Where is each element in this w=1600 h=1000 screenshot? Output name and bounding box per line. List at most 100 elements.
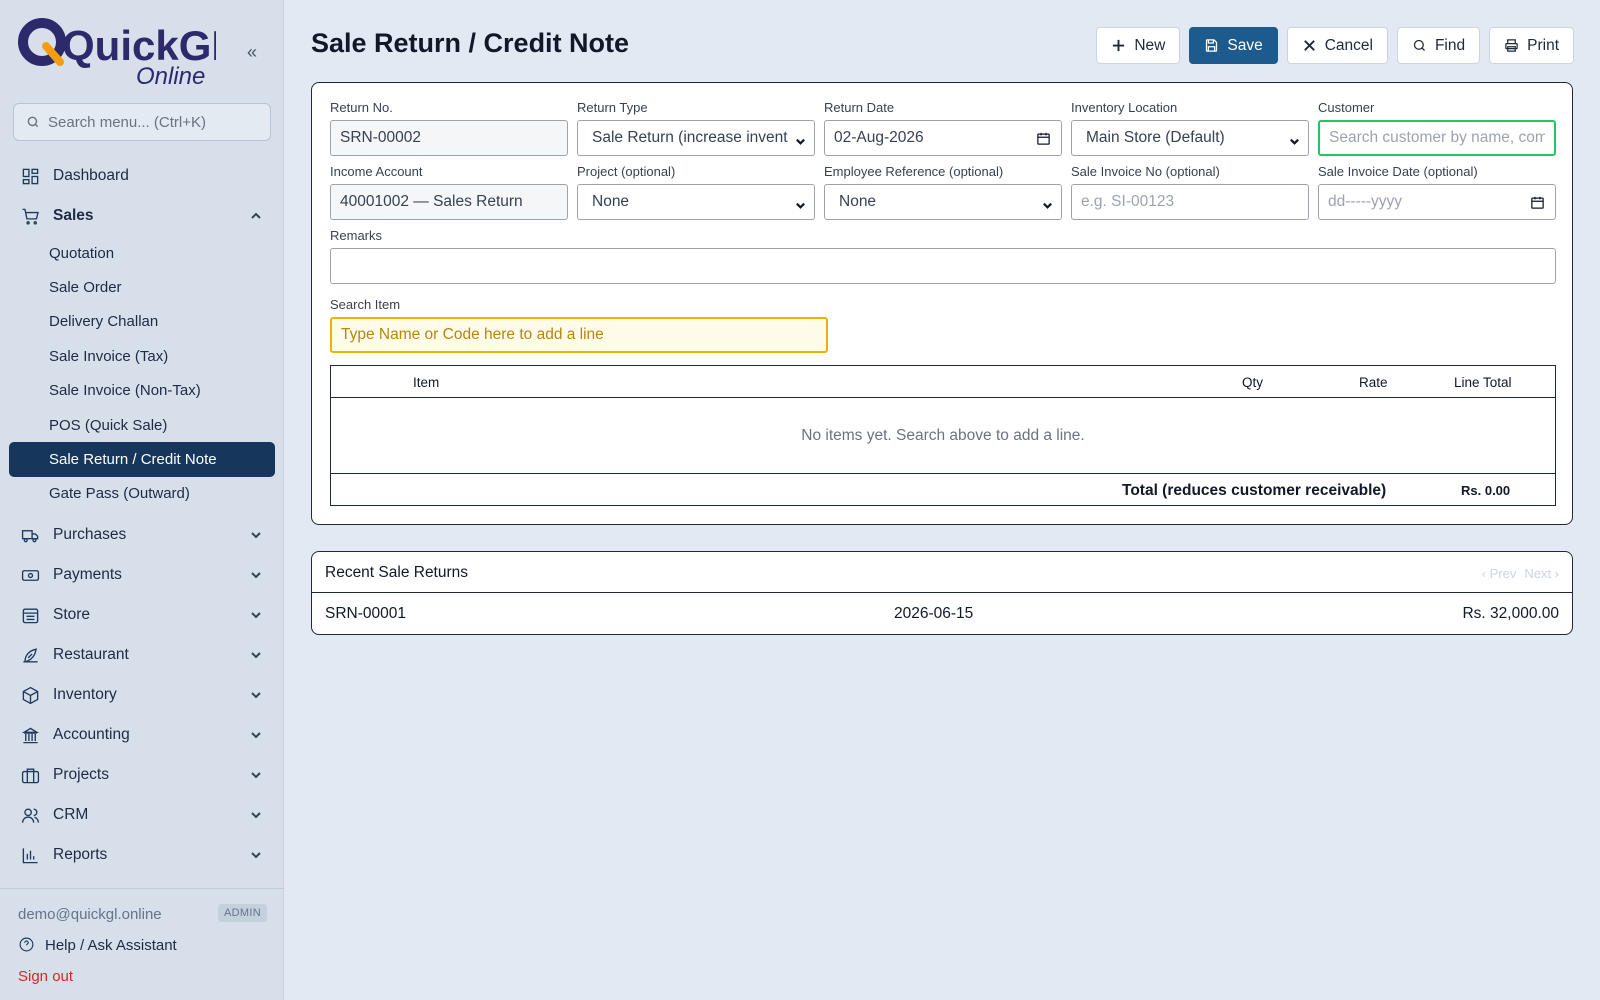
prev-page-button[interactable]: ‹ Prev xyxy=(1482,566,1517,581)
items-total-row: Total (reduces customer receivable) Rs. … xyxy=(331,474,1555,505)
chevron-down-icon xyxy=(250,528,262,540)
column-header-line-total: Line Total xyxy=(1454,375,1512,390)
sidebar-subitem-sale-order[interactable]: Sale Order xyxy=(0,270,284,304)
sidebar-item-projects[interactable]: Projects xyxy=(0,755,284,795)
print-button[interactable]: Print xyxy=(1489,27,1574,64)
sidebar-item-label: Store xyxy=(53,606,91,624)
calendar-icon[interactable] xyxy=(1530,195,1545,210)
page-title: Sale Return / Credit Note xyxy=(311,28,630,58)
sidebar-subitem-pos[interactable]: POS (Quick Sale) xyxy=(0,408,284,442)
recent-header: Recent Sale Returns ‹ Prev Next › xyxy=(312,552,1572,593)
save-button-label: Save xyxy=(1227,36,1263,54)
sale-invoice-no-input[interactable] xyxy=(1081,193,1299,211)
project-label: Project (optional) xyxy=(577,164,676,179)
sidebar-search[interactable] xyxy=(13,103,271,141)
collapse-sidebar-icon[interactable]: « xyxy=(240,40,264,64)
project-select[interactable]: None xyxy=(577,184,815,220)
sidebar-item-payments[interactable]: Payments xyxy=(0,555,284,595)
sidebar-item-inventory[interactable]: Inventory xyxy=(0,675,284,715)
recent-sale-returns: Recent Sale Returns ‹ Prev Next › SRN-00… xyxy=(311,551,1573,635)
sidebar-subitem-sale-return[interactable]: Sale Return / Credit Note xyxy=(9,442,275,477)
sidebar-subitem-sale-invoice-tax[interactable]: Sale Invoice (Tax) xyxy=(0,339,284,373)
return-date-input[interactable]: 02-Aug-2026 xyxy=(824,120,1062,156)
sidebar-item-restaurant[interactable]: Restaurant xyxy=(0,635,284,675)
return-date-value: 02-Aug-2026 xyxy=(834,129,924,146)
sale-invoice-date-field: Sale Invoice Date (optional) xyxy=(1318,165,1556,220)
help-link[interactable]: Help / Ask Assistant xyxy=(0,934,284,956)
sale-invoice-date-label: Sale Invoice Date (optional) xyxy=(1318,164,1478,179)
sale-invoice-no-wrap[interactable] xyxy=(1071,184,1309,220)
sidebar-subitem-gate-pass[interactable]: Gate Pass (Outward) xyxy=(0,477,284,511)
new-button[interactable]: New xyxy=(1096,27,1181,64)
sidebar-item-purchases[interactable]: Purchases xyxy=(0,515,284,555)
chevron-down-icon xyxy=(250,728,262,740)
return-type-value: Sale Return (increase invent xyxy=(592,129,788,146)
plus-icon xyxy=(1113,39,1125,52)
return-no-label: Return No. xyxy=(330,100,393,115)
sidebar-item-label: Accounting xyxy=(53,726,130,744)
chevron-down-icon xyxy=(795,134,806,145)
bank-icon xyxy=(20,725,40,745)
remarks-wrap[interactable] xyxy=(330,248,1556,284)
cancel-button[interactable]: Cancel xyxy=(1286,27,1388,64)
search-item-input[interactable] xyxy=(341,326,817,344)
next-page-button[interactable]: Next › xyxy=(1524,566,1559,581)
customer-field: Customer xyxy=(1318,101,1556,156)
items-table-header: Item Qty Rate Line Total xyxy=(331,366,1555,398)
sidebar-search-input[interactable] xyxy=(48,113,258,131)
quickgl-logo[interactable]: QuickGL Online xyxy=(16,14,237,90)
project-field: Project (optional) None xyxy=(577,165,815,220)
return-type-field: Return Type Sale Return (increase invent xyxy=(577,101,815,156)
employee-reference-select[interactable]: None xyxy=(824,184,1062,220)
help-label: Help / Ask Assistant xyxy=(45,936,177,954)
bar-chart-icon xyxy=(20,845,40,865)
sidebar-subitem-quotation[interactable]: Quotation xyxy=(0,236,284,270)
search-item-wrap[interactable] xyxy=(330,317,828,353)
return-type-select[interactable]: Sale Return (increase invent xyxy=(577,120,815,156)
sign-out-link[interactable]: Sign out xyxy=(0,965,284,987)
sidebar-item-accounting[interactable]: Accounting xyxy=(0,715,284,755)
chevron-down-icon xyxy=(1289,134,1300,145)
sidebar-item-reports[interactable]: Reports xyxy=(0,835,284,875)
sidebar-item-store[interactable]: Store xyxy=(0,595,284,635)
cart-icon xyxy=(20,206,40,226)
customer-input-wrap[interactable] xyxy=(1318,120,1556,156)
customer-search-input[interactable] xyxy=(1329,129,1545,147)
return-no-input[interactable]: SRN-00002 xyxy=(330,120,568,156)
employee-reference-label: Employee Reference (optional) xyxy=(824,164,1004,179)
sale-invoice-no-label: Sale Invoice No (optional) xyxy=(1071,164,1220,179)
save-button[interactable]: Save xyxy=(1189,27,1278,64)
employee-reference-field: Employee Reference (optional) None xyxy=(824,165,1062,220)
chevron-down-icon xyxy=(250,648,262,660)
chevron-down-icon xyxy=(250,768,262,780)
sidebar-subitem-delivery-challan[interactable]: Delivery Challan xyxy=(0,305,284,339)
chevron-down-icon xyxy=(250,568,262,580)
inventory-location-select[interactable]: Main Store (Default) xyxy=(1071,120,1309,156)
income-account-input[interactable]: 40001002 — Sales Return xyxy=(330,184,568,220)
search-item-label: Search Item xyxy=(330,297,401,312)
return-date-field: Return Date 02-Aug-2026 xyxy=(824,101,1062,156)
users-icon xyxy=(20,805,40,825)
logo-tagline: Online xyxy=(136,63,205,90)
sidebar-item-crm[interactable]: CRM xyxy=(0,795,284,835)
sale-invoice-date-input[interactable] xyxy=(1328,193,1508,211)
chevron-down-icon xyxy=(795,198,806,209)
sidebar-nav: Dashboard Sales Quotation Sale Order Del… xyxy=(0,156,284,875)
find-button[interactable]: Find xyxy=(1396,27,1481,64)
table-row[interactable]: SRN-00001 2026-06-15 Rs. 32,000.00 xyxy=(312,593,1572,634)
sidebar-subitem-sale-invoice-non-tax[interactable]: Sale Invoice (Non-Tax) xyxy=(0,374,284,408)
sidebar-item-label: Purchases xyxy=(53,526,127,544)
sidebar-item-label: Sales xyxy=(53,207,94,224)
sale-invoice-date-wrap[interactable] xyxy=(1318,184,1556,220)
remarks-input[interactable] xyxy=(340,257,1546,275)
sidebar-item-dashboard[interactable]: Dashboard xyxy=(0,156,284,196)
sidebar-item-label: Dashboard xyxy=(53,167,129,184)
return-date-cell: 2026-06-15 xyxy=(894,605,974,622)
return-no-field: Return No. SRN-00002 xyxy=(330,101,568,156)
income-account-field: Income Account 40001002 — Sales Return xyxy=(330,165,568,220)
project-value: None xyxy=(592,193,630,210)
sidebar-item-label: CRM xyxy=(53,806,89,824)
calendar-icon[interactable] xyxy=(1036,131,1051,146)
chevron-down-icon xyxy=(250,608,262,620)
sidebar-item-sales[interactable]: Sales xyxy=(0,196,284,236)
